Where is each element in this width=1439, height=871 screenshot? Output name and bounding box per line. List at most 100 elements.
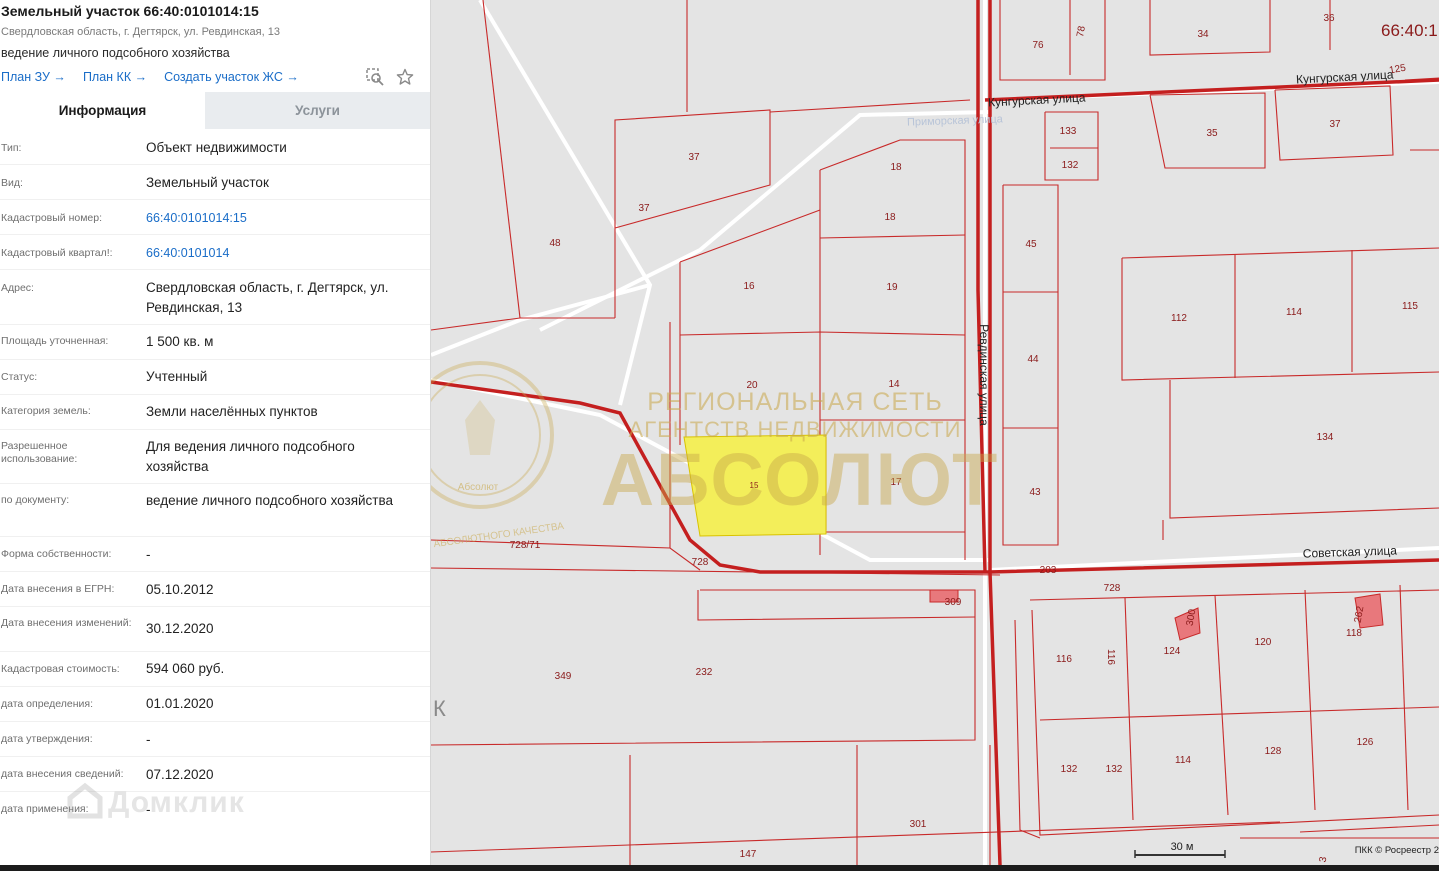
row-label: Статус:: [1, 371, 38, 383]
row-value: -: [146, 547, 151, 562]
watermark-emblem-text: Абсолют: [458, 481, 499, 493]
info-row: Статус: Учтенный: [0, 360, 430, 395]
parcel-label: 728/71: [510, 540, 541, 551]
parcel-label: 728: [692, 557, 709, 568]
row-value: 30.12.2020: [146, 621, 214, 636]
info-row: дата внесения сведений: 07.12.2020: [0, 757, 430, 792]
parcel-label: 120: [1255, 637, 1272, 648]
cadastral-map[interactable]: 7678 3436373748181816 1920 1415 171331323537…: [431, 0, 1439, 865]
parcel-label: 134: [1317, 432, 1334, 443]
parcel-label: 114: [1286, 307, 1302, 318]
parcel-label: 76: [1032, 40, 1044, 51]
parcel-label: 45: [1025, 239, 1037, 250]
row-value: Земельный участок: [146, 175, 269, 190]
parcel-label: 728: [1104, 583, 1121, 594]
parcel-label: 35: [1206, 128, 1218, 139]
watermark-brand: АБСОЛЮТ: [601, 438, 1000, 521]
parcel-usage: ведение личного подсобного хозяйства: [1, 46, 230, 60]
parcel-label: 132: [1106, 764, 1123, 775]
row-label: по документу:: [1, 494, 70, 506]
tab-info[interactable]: Информация: [0, 92, 205, 129]
cadastral-number-link[interactable]: 66:40:0101014:15: [146, 208, 416, 228]
info-row: дата применения: -: [0, 792, 430, 826]
row-value: Учтенный: [146, 369, 208, 384]
row-value: 01.01.2020: [146, 696, 214, 711]
info-row: Кадастровый квартал!: 66:40:0101014: [0, 235, 430, 270]
row-value: 07.12.2020: [146, 767, 214, 782]
parcel-label: 19: [886, 282, 898, 293]
plan-kk-link[interactable]: План КК →: [83, 70, 147, 84]
row-label: Адрес:: [1, 282, 34, 294]
info-row: Форма собственности: -: [0, 537, 430, 572]
row-label: дата внесения сведений:: [1, 768, 124, 780]
star-icon[interactable]: [396, 68, 416, 88]
row-label: дата утверждения:: [1, 733, 93, 745]
row-label: Категория земель:: [1, 405, 91, 417]
row-value: Объект недвижимости: [146, 140, 287, 155]
parcel-label: 232: [696, 667, 713, 678]
row-label: Дата внесения изменений:: [1, 617, 132, 629]
parcel-address: Свердловская область, г. Дегтярск, ул. Р…: [1, 26, 280, 38]
parcel-label: 48: [549, 238, 561, 249]
search-map-icon[interactable]: [366, 68, 386, 88]
row-label: Форма собственности:: [1, 548, 112, 560]
row-label: Разрешенное использование:: [1, 440, 78, 465]
parcel-label: 309: [945, 597, 962, 608]
info-row: дата утверждения: -: [0, 722, 430, 757]
plan-zu-link[interactable]: План ЗУ →: [1, 70, 66, 84]
info-row: Дата внесения в ЕГРН: 05.10.2012: [0, 572, 430, 607]
info-row: Вид: Земельный участок: [0, 165, 430, 200]
parcel-label: 128: [1265, 746, 1282, 757]
parcel-label: 18: [890, 162, 902, 173]
parcel-label: 147: [740, 849, 757, 860]
bottom-bar: [0, 865, 1439, 871]
parcel-label: 118: [1346, 628, 1362, 639]
row-value: 594 060 руб.: [146, 661, 225, 676]
info-row: Тип: Объект недвижимости: [0, 130, 430, 165]
row-value: 05.10.2012: [146, 582, 214, 597]
parcel-label: 132: [1062, 160, 1079, 171]
parcel-label: 133: [1060, 126, 1077, 137]
parcel-label: 132: [1061, 764, 1078, 775]
parcel-label: 203: [1040, 565, 1057, 576]
row-value: -: [146, 802, 151, 817]
parcel-label: 124: [1164, 646, 1181, 657]
info-row: Дата внесения изменений: 30.12.2020: [0, 607, 430, 652]
row-label: Вид:: [1, 177, 23, 189]
parcel-label: 115: [1402, 301, 1418, 312]
row-label: Тип:: [1, 142, 22, 154]
parcel-label: 37: [688, 152, 700, 163]
header-icons: [366, 68, 422, 91]
attribution: ПКК © Росреестр 2: [1355, 845, 1439, 856]
tab-services[interactable]: Услуги: [205, 92, 430, 129]
info-row: Разрешенное использование: Для ведения л…: [0, 430, 430, 484]
row-label: Кадастровый номер:: [1, 212, 103, 224]
parcel-label: 44: [1027, 354, 1039, 365]
action-links: План ЗУ → План КК → Создать участок ЖС →: [1, 70, 316, 84]
parcel-label: 116: [1056, 654, 1072, 665]
row-label: Дата внесения в ЕГРН:: [1, 583, 115, 595]
info-row: Категория земель: Земли населённых пункт…: [0, 395, 430, 430]
parcel-label: 18: [884, 212, 896, 223]
parcel-label: 37: [1329, 119, 1341, 130]
parcel-label: 36: [1323, 13, 1335, 24]
parcel-label: 349: [555, 671, 572, 682]
row-label: Площадь уточненная:: [1, 335, 109, 347]
cadastral-quarter-link[interactable]: 66:40:0101014: [146, 243, 416, 263]
row-value: Свердловская область, г. Дегтярск, ул. Р…: [146, 280, 389, 315]
info-row: Кадастровая стоимость: 594 060 руб.: [0, 652, 430, 687]
watermark-line1: РЕГИОНАЛЬНАЯ СЕТЬ: [647, 388, 943, 416]
row-value: Для ведения личного подсобного хозяйства: [146, 439, 355, 474]
parcel-title: Земельный участок 66:40:0101014:15: [1, 3, 259, 19]
parcel-label: 43: [1029, 487, 1041, 498]
create-zhs-link[interactable]: Создать участок ЖС →: [164, 70, 299, 84]
tabs: Информация Услуги: [0, 92, 430, 129]
scale-label: 30 м: [1171, 841, 1194, 853]
info-row: Кадастровый номер: 66:40:0101014:15: [0, 200, 430, 235]
row-value: 1 500 кв. м: [146, 334, 214, 349]
parcel-label: 301: [910, 819, 927, 830]
parcel-label: 126: [1357, 737, 1374, 748]
row-label: Кадастровый квартал!:: [1, 247, 113, 259]
row-label: Кадастровая стоимость:: [1, 663, 120, 675]
quarter-label: 66:40:1: [1381, 21, 1438, 40]
